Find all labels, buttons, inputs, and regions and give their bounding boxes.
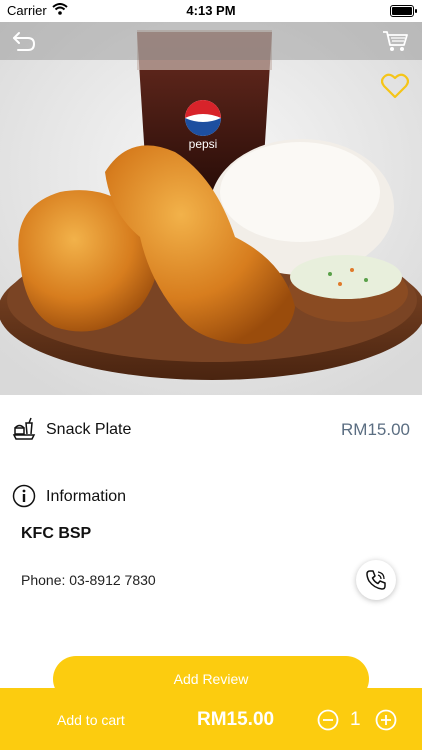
product-row: Snack Plate RM15.00 — [0, 410, 422, 450]
info-icon — [12, 484, 36, 508]
information-header: Information — [0, 480, 422, 514]
add-to-cart-button[interactable]: Add to cart — [57, 712, 125, 728]
quantity-value: 1 — [350, 709, 361, 730]
svg-text:pepsi: pepsi — [189, 137, 218, 151]
back-arrow-icon[interactable] — [12, 30, 36, 52]
phone-icon — [366, 570, 386, 590]
cart-icon[interactable] — [382, 29, 408, 53]
status-bar: Carrier 4:13 PM — [0, 0, 422, 22]
nav-bar — [0, 22, 422, 60]
call-button[interactable] — [356, 560, 396, 600]
information-title: Information — [46, 488, 127, 505]
product-image: pepsi — [0, 22, 422, 395]
fried-chicken-meal-photo: pepsi — [0, 22, 422, 395]
battery-icon — [390, 5, 417, 17]
heart-icon[interactable] — [381, 73, 409, 99]
store-name: KFC BSP — [21, 525, 92, 542]
plus-icon[interactable] — [375, 709, 397, 731]
food-tray-icon — [12, 417, 36, 440]
minus-icon[interactable] — [317, 709, 339, 731]
clock: 4:13 PM — [186, 3, 236, 18]
bottom-bar: Add to cart RM15.00 1 — [0, 688, 422, 750]
store-phone: Phone: 03-8912 7830 — [21, 572, 156, 588]
product-name: Snack Plate — [46, 421, 132, 438]
total-price: RM15.00 — [197, 709, 275, 730]
product-price: RM15.00 — [341, 420, 410, 439]
